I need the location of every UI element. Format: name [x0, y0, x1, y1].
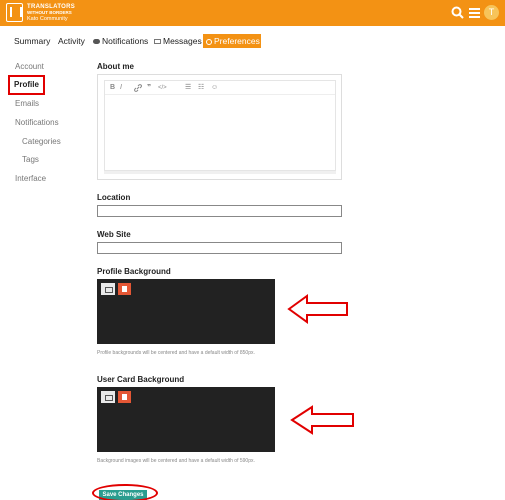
sidebar-item-interface[interactable]: Interface: [15, 174, 46, 183]
arrow-annotation-icon: [290, 405, 354, 435]
numbered-list-icon[interactable]: ☷: [198, 83, 204, 93]
sidebar-item-notifications[interactable]: Notifications: [15, 118, 59, 127]
search-icon[interactable]: [451, 6, 464, 19]
user-card-background-preview: [97, 387, 275, 452]
profile-background-label: Profile Background: [97, 267, 171, 276]
profile-background-hint: Profile backgrounds will be centered and…: [97, 350, 255, 356]
location-input[interactable]: [97, 205, 342, 217]
tab-messages-label: Messages: [163, 36, 202, 46]
site-logo-icon[interactable]: [6, 3, 23, 22]
sidebar-item-tags[interactable]: Tags: [22, 155, 39, 164]
tab-summary-label: Summary: [14, 36, 51, 46]
top-header: TRANSLATORS WITHOUT BORDERS Kato Communi…: [0, 0, 505, 26]
italic-button[interactable]: I: [120, 83, 122, 93]
editor-toolbar: B I ❞ </> ☰ ☷ ☺: [105, 81, 335, 95]
envelope-icon: [154, 39, 161, 44]
sidebar-item-account[interactable]: Account: [15, 62, 44, 71]
about-me-editor: B I ❞ </> ☰ ☷ ☺: [97, 74, 342, 180]
sidebar-item-categories[interactable]: Categories: [22, 137, 61, 146]
card-background-hint: Background images will be centered and h…: [97, 458, 255, 464]
editor-frame: B I ❞ </> ☰ ☷ ☺: [104, 80, 336, 171]
bold-button[interactable]: B: [110, 83, 115, 93]
arrow-annotation-icon: [287, 294, 348, 324]
bullet-list-icon[interactable]: ☰: [185, 83, 191, 93]
tab-notifications[interactable]: Notifications: [93, 34, 148, 48]
chat-bubble-icon: [93, 39, 100, 44]
profile-background-preview: [97, 279, 275, 344]
gear-icon: [206, 39, 212, 45]
save-button-highlight-circle: [92, 484, 158, 500]
location-label: Location: [97, 193, 131, 202]
editor-resize-bar[interactable]: [104, 171, 336, 174]
profile-background-delete-button[interactable]: [118, 283, 131, 295]
about-me-label: About me: [97, 62, 134, 71]
user-card-background-label: User Card Background: [97, 375, 185, 384]
tab-activity[interactable]: Activity: [58, 34, 85, 48]
tab-messages[interactable]: Messages: [154, 34, 202, 48]
tab-preferences[interactable]: Preferences: [203, 34, 261, 48]
user-avatar[interactable]: T: [484, 5, 499, 20]
hamburger-menu-icon[interactable]: [469, 8, 480, 18]
site-logo-text[interactable]: TRANSLATORS WITHOUT BORDERS Kato Communi…: [27, 4, 75, 22]
user-profile-tabs: Summary Activity Notifications Messages …: [0, 33, 505, 49]
logo-community: Kato Community: [27, 15, 68, 22]
code-icon[interactable]: </>: [158, 83, 167, 93]
profile-background-upload-button[interactable]: [101, 283, 115, 295]
tab-summary[interactable]: Summary: [14, 34, 50, 48]
quote-icon[interactable]: ❞: [147, 83, 151, 93]
website-input[interactable]: [97, 242, 342, 254]
card-background-delete-button[interactable]: [118, 391, 131, 403]
logo-subtitle: WITHOUT BORDERS: [27, 10, 72, 15]
emoji-icon[interactable]: ☺: [211, 83, 218, 93]
website-label: Web Site: [97, 230, 131, 239]
sidebar-item-profile[interactable]: Profile: [8, 75, 45, 95]
tab-activity-label: Activity: [58, 36, 85, 46]
tab-notifications-label: Notifications: [102, 36, 149, 46]
card-background-upload-button[interactable]: [101, 391, 115, 403]
link-icon[interactable]: [134, 84, 142, 92]
sidebar-item-emails[interactable]: Emails: [15, 99, 39, 108]
tab-preferences-label: Preferences: [214, 36, 260, 46]
